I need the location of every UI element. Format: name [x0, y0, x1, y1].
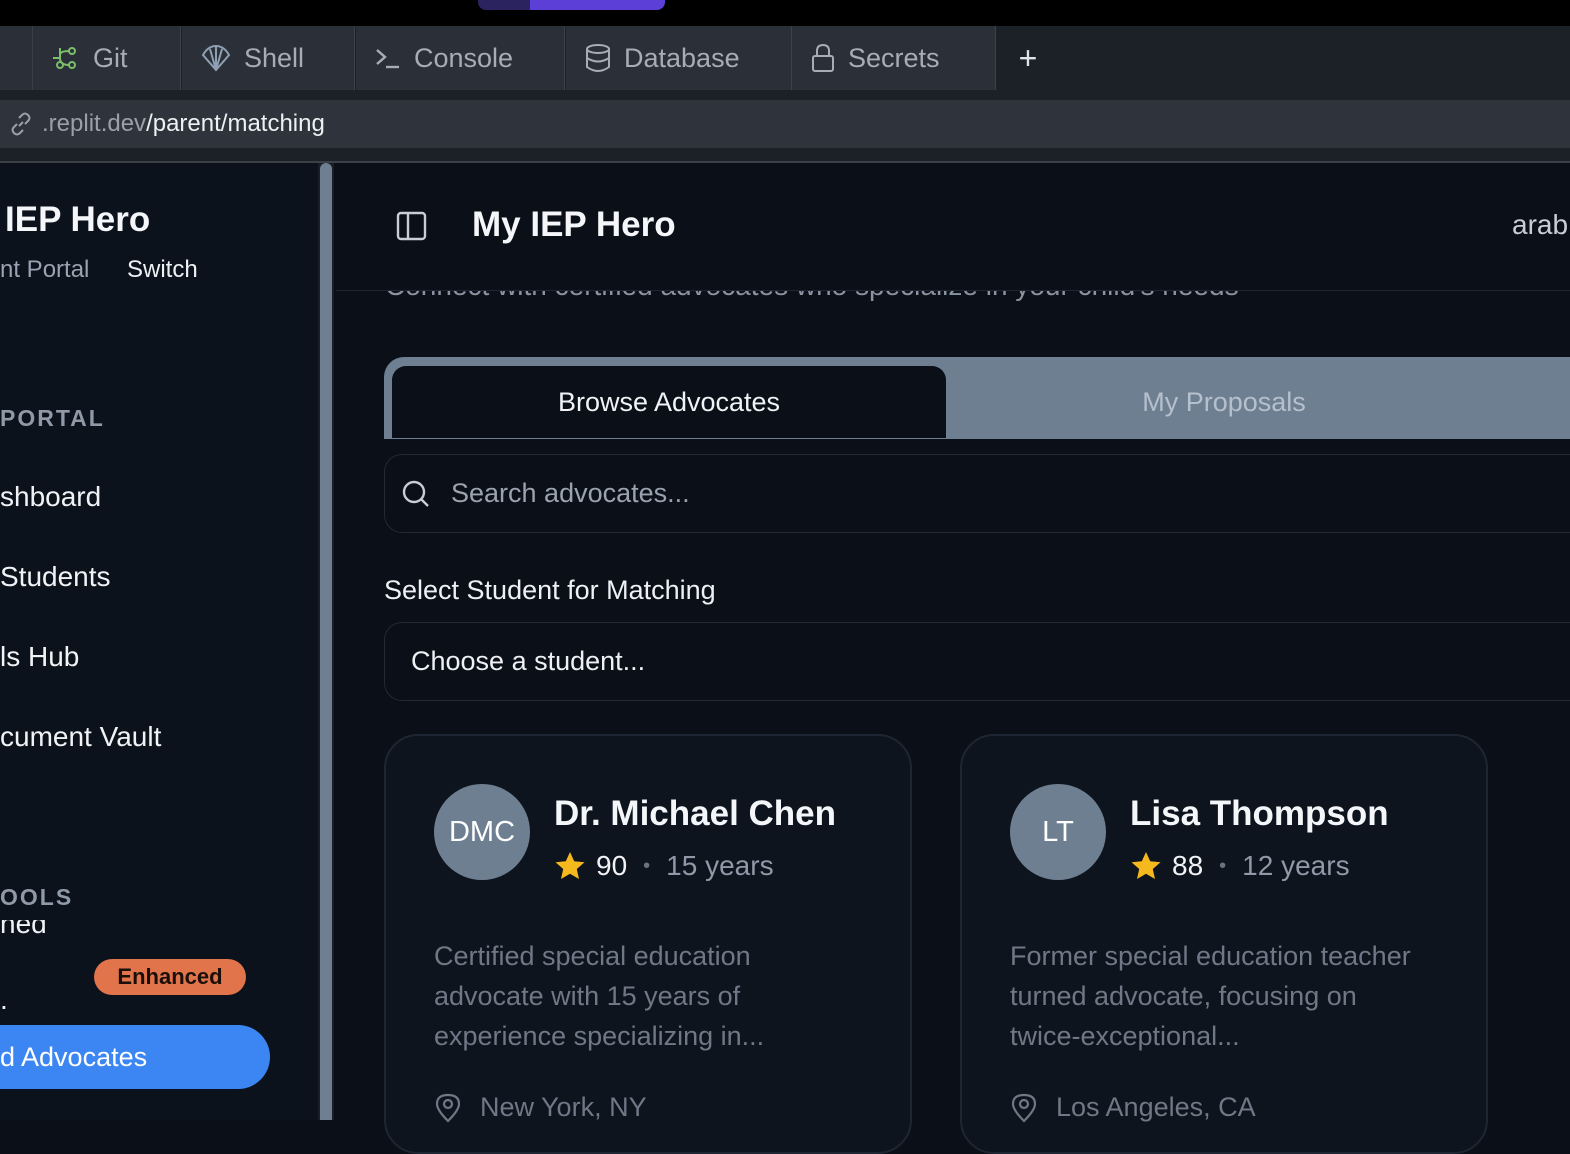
- lock-icon: [812, 43, 834, 72]
- tab-label: Secrets: [848, 42, 940, 73]
- new-tab-button[interactable]: +: [996, 26, 1060, 90]
- advocate-rating: 88: [1172, 850, 1204, 881]
- advocate-location: New York, NY: [434, 1092, 647, 1123]
- section-label-portal: PORTAL: [0, 405, 105, 431]
- tab-browse-advocates[interactable]: Browse Advocates: [392, 366, 946, 438]
- advocate-rating: 90: [596, 850, 628, 881]
- terminal-icon: [376, 49, 399, 69]
- sidebar-brand: IEP Hero: [5, 200, 151, 239]
- switch-portal-button[interactable]: Switch: [127, 256, 198, 284]
- sidebar-item-partial-2[interactable]: .: [0, 984, 8, 1016]
- advocate-card[interactable]: DMC Dr. Michael Chen 90 • 15 years Certi…: [384, 734, 912, 1154]
- student-select-value: Choose a student...: [411, 646, 646, 676]
- search-box: [384, 454, 1570, 533]
- tab-strip-edge: [0, 26, 33, 90]
- window-top-bar: [0, 0, 1570, 26]
- url-path: /parent/matching: [146, 110, 325, 137]
- plus-icon: +: [1018, 39, 1038, 76]
- location-text: Los Angeles, CA: [1056, 1092, 1256, 1122]
- ide-tab-strip: Git Shell Console Database Secrets +: [0, 26, 1570, 90]
- tab-shell[interactable]: Shell: [182, 26, 355, 90]
- search-input[interactable]: [449, 477, 1453, 510]
- sidebar-scrollbar-thumb[interactable]: [320, 163, 332, 1120]
- link-icon: [11, 112, 31, 136]
- tab-database[interactable]: Database: [566, 26, 792, 90]
- advocate-name: Lisa Thompson: [1130, 794, 1389, 833]
- star-icon: [1131, 852, 1161, 879]
- sidebar-item-tools-hub[interactable]: ls Hub: [0, 641, 79, 673]
- database-icon: [586, 44, 610, 72]
- shell-icon: [201, 44, 231, 72]
- tab-label: Console: [414, 42, 514, 73]
- star-icon: [555, 852, 585, 879]
- tab-git[interactable]: Git: [33, 26, 181, 90]
- sidebar-item-label: d Advocates: [0, 1041, 148, 1072]
- tab-label: Git: [93, 42, 128, 73]
- user-menu[interactable]: arab: [1512, 209, 1568, 241]
- sidebar-item-document-vault[interactable]: cument Vault: [0, 721, 161, 753]
- student-select-label: Select Student for Matching: [384, 575, 716, 605]
- advocate-meta: 90 • 15 years: [554, 850, 774, 882]
- section-label-tools: OOLS: [0, 884, 74, 910]
- advocate-card[interactable]: LT Lisa Thompson 88 • 12 years Former sp…: [960, 734, 1488, 1154]
- location-text: New York, NY: [480, 1092, 647, 1122]
- git-branch-icon: [53, 47, 76, 69]
- advocate-name: Dr. Michael Chen: [554, 794, 837, 833]
- page-title: My IEP Hero: [472, 205, 676, 244]
- tab-label: Database: [624, 42, 740, 73]
- advocate-bio: Former special education teacher turned …: [1010, 941, 1411, 1051]
- avatar: DMC: [434, 784, 530, 880]
- tab-my-proposals[interactable]: My Proposals: [946, 366, 1502, 438]
- tab-console[interactable]: Console: [356, 26, 565, 90]
- separator-dot: •: [1219, 854, 1227, 877]
- advocate-experience: 12 years: [1242, 850, 1350, 881]
- advocate-experience: 15 years: [666, 850, 774, 881]
- tab-label: Shell: [244, 42, 305, 73]
- workspace-indicator: [478, 0, 530, 10]
- tab-secrets[interactable]: Secrets: [792, 26, 996, 90]
- advocate-meta: 88 • 12 years: [1130, 850, 1350, 882]
- sidebar-item-dashboard[interactable]: shboard: [0, 481, 101, 513]
- address-bar-row: .replit.dev /parent/matching: [0, 90, 1570, 163]
- map-pin-icon: [435, 1093, 461, 1123]
- sidebar-item-find-advocates[interactable]: d Advocates: [0, 1025, 270, 1089]
- portal-label: nt Portal: [0, 256, 90, 283]
- sidebar-item-students[interactable]: Students: [0, 561, 111, 593]
- avatar: LT: [1010, 784, 1106, 880]
- workspace-indicator-active[interactable]: [530, 0, 665, 10]
- map-pin-icon: [1011, 1093, 1037, 1123]
- url-host: .replit.dev: [42, 110, 147, 137]
- enhanced-badge: Enhanced: [94, 959, 246, 995]
- search-icon: [402, 480, 429, 507]
- sidebar-item-partial-label: ned: [0, 920, 47, 939]
- sidebar-toggle-icon[interactable]: [395, 209, 429, 243]
- advocate-location: Los Angeles, CA: [1010, 1092, 1256, 1123]
- sidebar-item-partial[interactable]: ned: [0, 920, 47, 946]
- student-select[interactable]: Choose a student...: [384, 622, 1570, 701]
- separator-dot: •: [643, 854, 651, 877]
- address-bar[interactable]: .replit.dev /parent/matching: [0, 100, 1570, 148]
- advocate-bio: Certified special education advocate wit…: [434, 941, 765, 1051]
